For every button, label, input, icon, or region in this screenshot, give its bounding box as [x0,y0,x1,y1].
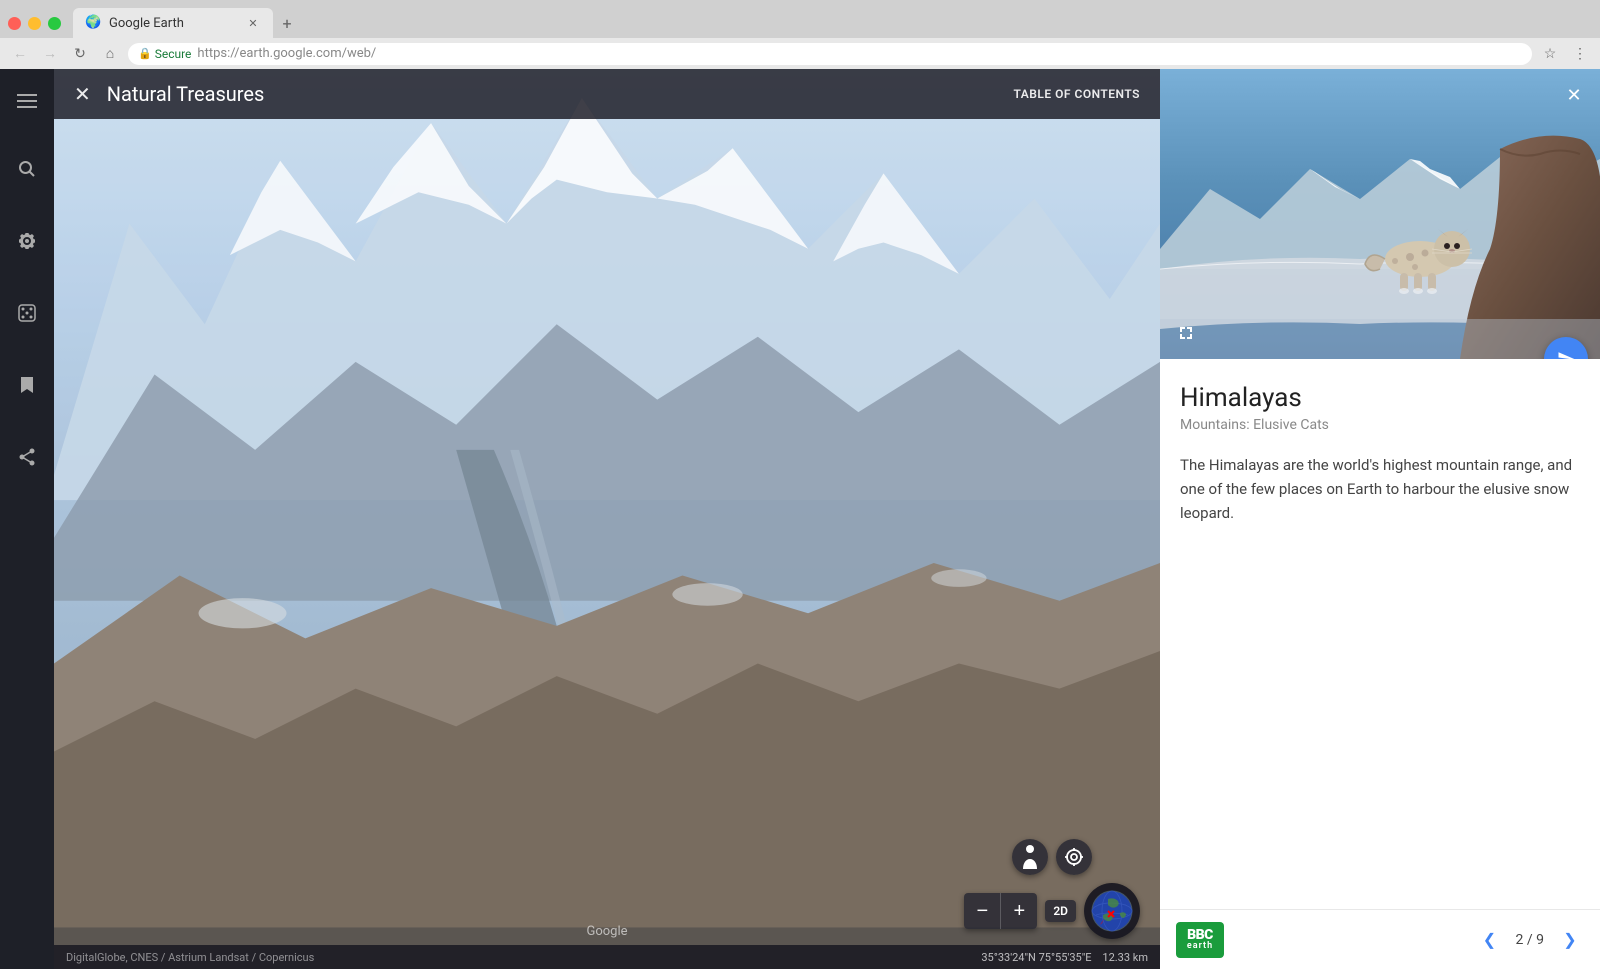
map-attribution: DigitalGlobe, CNES / Astrium Landsat / C… [66,951,314,964]
address-url: https://earth.google.com/web/ [197,46,376,61]
right-panel: ✕ Himalayas Mountains: Elusive Cats The … [1160,69,1600,969]
pagination: ❮ 2 / 9 ❯ [1476,926,1585,954]
zoom-out-button[interactable]: − [964,893,1000,929]
tab-bar: 🌍 Google Earth ✕ + [0,0,1600,38]
globe-view-button[interactable] [1084,883,1140,939]
minimize-window-button[interactable] [28,17,41,30]
map-background: Google [54,69,1160,969]
street-view-button[interactable] [1012,839,1048,875]
google-watermark: Google [586,924,627,939]
map-controls: − + 2D [964,839,1140,939]
url-base: https://earth.google.com [197,46,341,61]
tab-close-button[interactable]: ✕ [245,15,261,31]
zoom-in-button[interactable]: + [1001,893,1037,929]
panel-close-button[interactable]: ✕ [1560,81,1588,109]
panel-footer: BBC earth ❮ 2 / 9 ❯ [1160,909,1600,969]
maximize-window-button[interactable] [48,17,61,30]
new-tab-button[interactable]: + [273,9,301,37]
location-title: Himalayas [1180,383,1580,413]
address-bar-row: ← → ↻ ⌂ 🔒 Secure https://earth.google.co… [0,38,1600,69]
story-title: Natural Treasures [107,82,1014,106]
location-subtitle: Mountains: Elusive Cats [1180,417,1580,433]
bookmark-star-button[interactable]: ☆ [1538,42,1562,66]
window-controls [8,17,61,30]
leopard-scene-image [1160,69,1600,359]
random-sidebar-button[interactable] [7,293,47,333]
secure-label: Secure [155,47,192,61]
sidebar-menu-button[interactable] [7,81,47,121]
forward-button[interactable]: → [38,42,62,66]
reload-button[interactable]: ↻ [68,42,92,66]
left-sidebar [0,69,54,969]
story-header: ✕ Natural Treasures TABLE OF CONTENTS [54,69,1160,119]
home-button[interactable]: ⌂ [98,42,122,66]
url-path: /web/ [342,46,377,61]
secure-badge: 🔒 Secure [138,47,191,61]
locate-me-button[interactable] [1056,839,1092,875]
lock-icon: 🔒 [138,47,152,60]
story-close-button[interactable]: ✕ [74,82,91,106]
top-controls-row [1012,839,1092,875]
panel-content: Himalayas Mountains: Elusive Cats The Hi… [1160,359,1600,969]
share-sidebar-button[interactable] [7,437,47,477]
2d-view-button[interactable]: 2D [1045,900,1076,922]
close-window-button[interactable] [8,17,21,30]
page-info: 2 / 9 [1516,932,1545,948]
settings-sidebar-button[interactable] [7,221,47,261]
previous-page-button[interactable]: ❮ [1476,926,1504,954]
map-panel[interactable]: ✕ Natural Treasures TABLE OF CONTENTS [54,69,1160,969]
tab-title: Google Earth [109,16,184,31]
bbc-earth-logo: BBC earth [1176,922,1224,958]
next-page-button[interactable]: ❯ [1556,926,1584,954]
browser-tab[interactable]: 🌍 Google Earth ✕ [73,8,273,38]
panel-image: ✕ [1160,69,1600,359]
browser-chrome: 🌍 Google Earth ✕ + ← → ↻ ⌂ 🔒 Secure http… [0,0,1600,69]
zoom-controls: − + [964,893,1037,929]
address-bar[interactable]: 🔒 Secure https://earth.google.com/web/ [128,43,1532,65]
map-coordinates: 35°33'24"N 75°55'35"E 12.33 km [981,951,1148,964]
more-options-button[interactable]: ⋮ [1568,42,1592,66]
app-container: ✕ Natural Treasures TABLE OF CONTENTS [0,69,1600,969]
map-status-bar: DigitalGlobe, CNES / Astrium Landsat / C… [54,945,1160,969]
search-sidebar-button[interactable] [7,149,47,189]
tab-favicon-icon: 🌍 [85,15,101,31]
panel-expand-button[interactable] [1172,319,1200,347]
back-button[interactable]: ← [8,42,32,66]
bottom-controls-row: − + 2D [964,883,1140,939]
bookmark-sidebar-button[interactable] [7,365,47,405]
location-description: The Himalayas are the world's highest mo… [1180,453,1580,525]
table-of-contents-button[interactable]: TABLE OF CONTENTS [1013,87,1140,101]
mountain-visualization [54,69,1160,969]
